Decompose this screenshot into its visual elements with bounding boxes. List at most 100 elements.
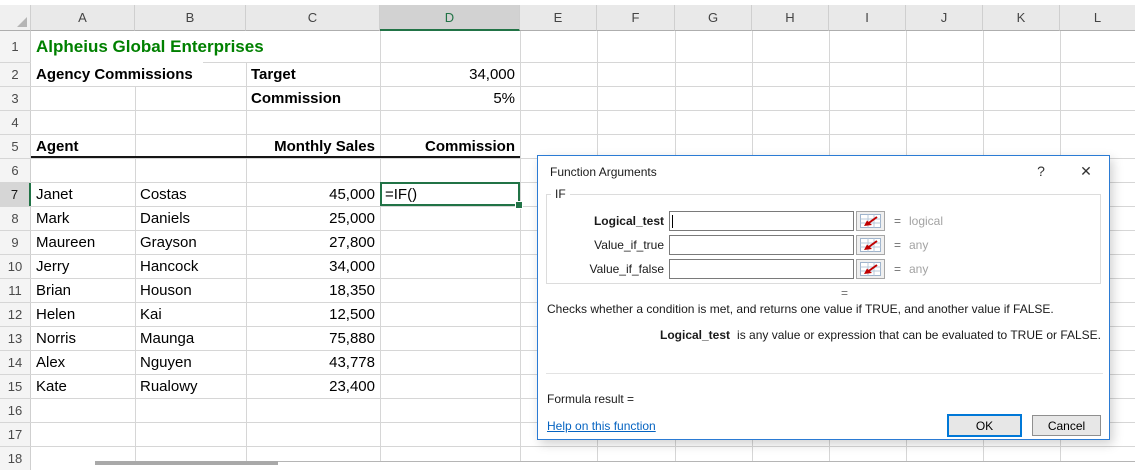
- cell-B7[interactable]: Costas: [135, 182, 246, 206]
- row-header-14[interactable]: 14: [0, 350, 31, 374]
- column-header-C[interactable]: C: [246, 5, 380, 31]
- row-header-15[interactable]: 15: [0, 374, 31, 398]
- row-header-18[interactable]: 18: [0, 446, 31, 470]
- function-name-label: IF: [551, 187, 570, 201]
- cell-C15[interactable]: 23,400: [246, 374, 380, 398]
- argument-name: Logical_test: [660, 328, 731, 342]
- cell-A13[interactable]: Norris: [31, 326, 135, 350]
- cell-C7[interactable]: 45,000: [246, 182, 380, 206]
- row-header-5[interactable]: 5: [0, 134, 31, 158]
- gridline-horizontal: [0, 446, 1135, 447]
- cell-B8[interactable]: Daniels: [135, 206, 246, 230]
- select-all-corner[interactable]: [0, 5, 31, 31]
- cell-A8[interactable]: Mark: [31, 206, 135, 230]
- column-header-L[interactable]: L: [1060, 5, 1135, 31]
- argument-help-text: is any value or expression that can be e…: [737, 328, 1102, 342]
- row-header-13[interactable]: 13: [0, 326, 31, 350]
- cell-C12[interactable]: 12,500: [246, 302, 380, 326]
- argument-row-value-if-true: Value_if_true = any: [547, 235, 1100, 255]
- row-header-6[interactable]: 6: [0, 158, 31, 182]
- sheet-tab-top: [95, 461, 278, 465]
- column-header-A[interactable]: A: [31, 5, 135, 31]
- dialog-separator: [546, 373, 1103, 374]
- cell-B13[interactable]: Maunga: [135, 326, 246, 350]
- cell-C13[interactable]: 75,880: [246, 326, 380, 350]
- column-header-J[interactable]: J: [906, 5, 983, 31]
- range-selector-icon[interactable]: [856, 211, 885, 231]
- cell-C2[interactable]: Target: [246, 62, 380, 86]
- cell-B10[interactable]: Hancock: [135, 254, 246, 278]
- help-on-function-link[interactable]: Help on this function: [547, 419, 656, 433]
- cell-B14[interactable]: Nguyen: [135, 350, 246, 374]
- column-header-K[interactable]: K: [983, 5, 1060, 31]
- cell-C9[interactable]: 27,800: [246, 230, 380, 254]
- cell-A5[interactable]: Agent: [31, 134, 135, 158]
- cell-C3[interactable]: Commission: [246, 86, 380, 110]
- column-header-I[interactable]: I: [829, 5, 906, 31]
- cell-A12[interactable]: Helen: [31, 302, 135, 326]
- row-header-11[interactable]: 11: [0, 278, 31, 302]
- cell-D5[interactable]: Commission: [380, 134, 520, 158]
- cancel-button[interactable]: Cancel: [1032, 415, 1101, 436]
- value-if-false-input[interactable]: [669, 259, 854, 279]
- cell-D3[interactable]: 5%: [380, 86, 520, 110]
- value-if-false-label: Value_if_false: [589, 262, 665, 276]
- argument-description: Logical_test is any value or expression t…: [660, 328, 1105, 342]
- range-selector-icon[interactable]: [856, 259, 885, 279]
- logical-test-input[interactable]: [669, 211, 854, 231]
- row-header-17[interactable]: 17: [0, 422, 31, 446]
- column-header-D[interactable]: D: [380, 5, 520, 31]
- column-header-B[interactable]: B: [135, 5, 246, 31]
- selected-cell-border: [380, 182, 520, 206]
- row-header-9[interactable]: 9: [0, 230, 31, 254]
- cell-C10[interactable]: 34,000: [246, 254, 380, 278]
- row-header-2[interactable]: 2: [0, 62, 31, 86]
- cell-A11[interactable]: Brian: [31, 278, 135, 302]
- column-header-G[interactable]: G: [675, 5, 752, 31]
- logical-test-type: logical: [909, 214, 944, 228]
- value-if-true-type: any: [909, 238, 929, 252]
- cell-B9[interactable]: Grayson: [135, 230, 246, 254]
- function-arguments-dialog: Function Arguments ? ✕ IF Logical_test =…: [537, 155, 1110, 440]
- column-header-F[interactable]: F: [597, 5, 675, 31]
- cell-B11[interactable]: Houson: [135, 278, 246, 302]
- row-header-1[interactable]: 1: [0, 31, 31, 62]
- fill-handle[interactable]: [516, 202, 522, 208]
- row-header-4[interactable]: 4: [0, 110, 31, 134]
- cell-C5[interactable]: Monthly Sales: [246, 134, 380, 158]
- cell-C14[interactable]: 43,778: [246, 350, 380, 374]
- cell-C8[interactable]: 25,000: [246, 206, 380, 230]
- logical-test-label: Logical_test: [593, 214, 664, 228]
- row-header-3[interactable]: 3: [0, 86, 31, 110]
- row-header-10[interactable]: 10: [0, 254, 31, 278]
- value-if-true-label: Value_if_true: [594, 238, 664, 252]
- formula-result-label: Formula result =: [547, 392, 635, 406]
- row-header-16[interactable]: 16: [0, 398, 31, 422]
- column-header-H[interactable]: H: [752, 5, 829, 31]
- cell-C11[interactable]: 18,350: [246, 278, 380, 302]
- cell-A14[interactable]: Alex: [31, 350, 135, 374]
- row-header-12[interactable]: 12: [0, 302, 31, 326]
- cell-A9[interactable]: Maureen: [31, 230, 135, 254]
- cell-A7[interactable]: Janet: [31, 182, 135, 206]
- text-caret: [672, 214, 673, 228]
- range-selector-icon[interactable]: [856, 235, 885, 255]
- cell-A15[interactable]: Kate: [31, 374, 135, 398]
- row-header-8[interactable]: 8: [0, 206, 31, 230]
- ok-button[interactable]: OK: [947, 414, 1022, 437]
- cell-D2[interactable]: 34,000: [380, 62, 520, 86]
- row-header-7[interactable]: 7: [0, 182, 31, 206]
- cell-B12[interactable]: Kai: [135, 302, 246, 326]
- dialog-close-button[interactable]: ✕: [1070, 160, 1102, 182]
- value-if-true-input[interactable]: [669, 235, 854, 255]
- gridline-horizontal: [0, 134, 1135, 135]
- cell-A1[interactable]: Alpheius Global Enterprises: [31, 31, 274, 62]
- cell-A10[interactable]: Jerry: [31, 254, 135, 278]
- gridline-horizontal: [0, 110, 1135, 111]
- equals-sign: =: [894, 214, 902, 228]
- cell-B15[interactable]: Rualowy: [135, 374, 246, 398]
- value-if-false-type: any: [909, 262, 929, 276]
- cell-A2[interactable]: Agency Commissions: [31, 62, 203, 86]
- column-header-E[interactable]: E: [520, 5, 597, 31]
- dialog-help-button[interactable]: ?: [1026, 160, 1056, 182]
